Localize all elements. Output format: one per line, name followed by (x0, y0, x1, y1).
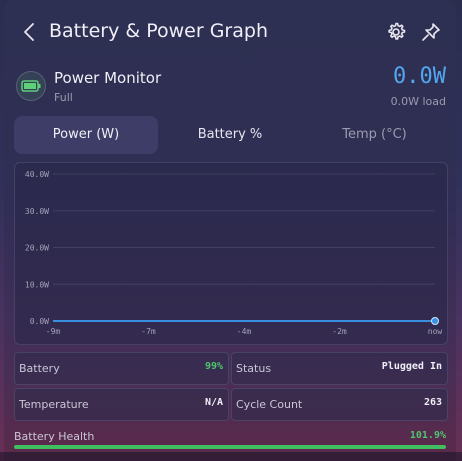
chevron-left-icon (24, 23, 34, 41)
y-tick-label: 20.0W (25, 244, 49, 253)
load-readout: 0.0W load (390, 95, 446, 108)
stat-label: Status (236, 362, 272, 375)
x-tick-label: now (428, 327, 443, 336)
x-tick-label: -7m (141, 327, 156, 336)
health-label: Battery Health (14, 430, 95, 443)
latest-point (431, 317, 439, 325)
stat-cycle-count: Cycle Count 263 (231, 388, 448, 421)
tab-battery[interactable]: Battery % (158, 116, 302, 154)
x-tick-label: -9m (46, 327, 61, 336)
x-tick-label: -4m (237, 327, 252, 336)
pin-icon (422, 23, 440, 41)
power-graph: 40.0W 30.0W 20.0W 10.0W 0.0W -9m -7m -4m -2m now (14, 162, 448, 345)
monitor-title: Power Monitor (54, 69, 162, 87)
footer-strip (0, 452, 462, 461)
health-value: 101.9% (409, 430, 446, 441)
stat-value: 99% (204, 361, 223, 372)
chart-svg: 40.0W 30.0W 20.0W 10.0W 0.0W-9m -7m -4m -2m now (25, 170, 443, 336)
stat-temperature: Temperature N/A (14, 388, 229, 421)
x-tick-label: -2m (332, 327, 347, 336)
y-tick-label: 10.0W (25, 280, 49, 289)
stat-status: Status Plugged In (231, 352, 448, 385)
tab-power[interactable]: Power (W) (14, 116, 158, 154)
tab-temp[interactable]: Temp (°C) (302, 116, 447, 154)
gear-icon (388, 22, 406, 40)
battery-full-icon (16, 71, 46, 101)
stat-value: Plugged In (381, 361, 442, 372)
power-readout: 0.0W (393, 64, 446, 89)
monitor-subtitle: Full (54, 91, 73, 104)
health-progress-fill (14, 445, 446, 449)
y-tick-label: 30.0W (25, 207, 49, 216)
page-title: Battery & Power Graph (49, 20, 268, 42)
stat-battery: Battery 99% (14, 352, 229, 385)
settings-button[interactable] (384, 20, 408, 44)
stat-value: 263 (423, 397, 442, 408)
stat-label: Temperature (19, 398, 89, 411)
y-tick-label: 40.0W (25, 170, 49, 179)
pin-button[interactable] (419, 20, 443, 44)
y-tick-label: 0.0W (30, 317, 49, 326)
back-button[interactable] (19, 20, 41, 44)
stat-label: Cycle Count (236, 398, 303, 411)
health-progress-bar (14, 445, 446, 449)
stat-label: Battery (19, 362, 60, 375)
header: Battery & Power Graph (0, 0, 462, 64)
stat-value: N/A (204, 397, 223, 408)
tab-bar: Power (W) Battery % Temp (°C) (14, 116, 447, 154)
